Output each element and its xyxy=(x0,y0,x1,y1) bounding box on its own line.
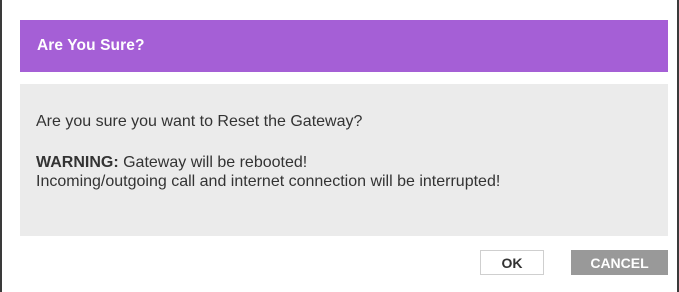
ok-button[interactable]: OK xyxy=(480,250,544,275)
ok-button-label: OK xyxy=(501,254,523,271)
dialog-header: Are You Sure? xyxy=(20,20,668,72)
screen: Are You Sure? Are you sure you want to R… xyxy=(0,0,679,292)
confirm-dialog: Are You Sure? Are you sure you want to R… xyxy=(20,20,668,292)
cancel-button[interactable]: CANCEL xyxy=(571,250,668,275)
warning-line: WARNING: Gateway will be rebooted! xyxy=(36,153,668,172)
header-divider xyxy=(20,72,668,84)
dialog-title: Are You Sure? xyxy=(37,37,145,54)
confirm-question: Are you sure you want to Reset the Gatew… xyxy=(36,113,363,130)
dialog-footer: OK CANCEL xyxy=(20,236,668,275)
warning-text: Gateway will be rebooted! xyxy=(118,154,308,171)
window-border-left xyxy=(0,0,2,292)
warning-label: WARNING: xyxy=(36,154,119,171)
dialog-body: Are you sure you want to Reset the Gatew… xyxy=(20,84,668,236)
warning-detail: Incoming/outgoing call and internet conn… xyxy=(36,173,501,190)
cancel-button-label: CANCEL xyxy=(590,254,649,271)
